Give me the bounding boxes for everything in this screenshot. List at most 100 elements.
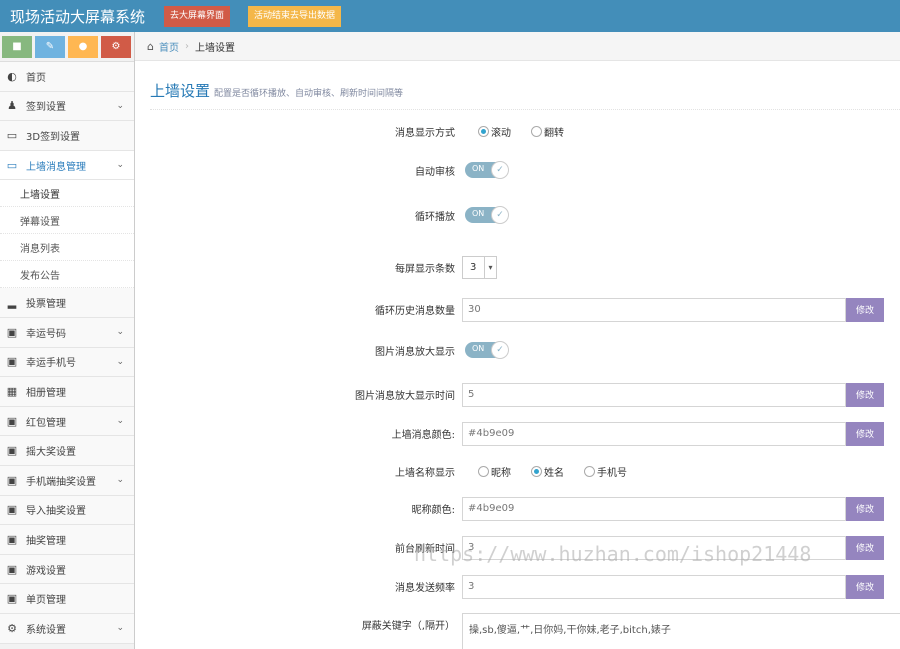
send-freq-label: 消息发送频率 [395,583,455,594]
per-screen-select[interactable]: 3 ▾ [462,255,497,279]
signal-icon: ▂ [7,296,17,310]
sidebar-item-lucky-phone[interactable]: ▣ 幸运手机号 ⌄ [0,347,134,378]
history-count-group: 30 修改 [462,297,884,322]
radio-phone[interactable]: 手机号 [584,464,627,479]
send-freq-modify-button[interactable]: 修改 [846,574,884,599]
nick-color-input[interactable]: #4b9e09 [462,496,846,521]
gift-icon: ▣ [6,355,18,369]
go-screen-button[interactable]: 去大屏幕界面 [164,5,231,27]
switch-state: ON [472,209,485,218]
radio-dot-checked[interactable] [478,125,489,137]
submenu-item-danmaku-settings[interactable]: 弹幕设置 [0,207,134,235]
sidebar-item-album[interactable]: ▦ 相册管理 [0,377,134,407]
sidebar-item-red-packet[interactable]: ▣ 红包管理 ⌄ [0,406,134,437]
sidebar-item-lottery-manage[interactable]: ▣ 抽奖管理 [0,525,134,555]
sidebar-item-signin[interactable]: ♟ 签到设置 ⌄ [0,91,134,122]
msg-color-label: 上墙消息颜色: [391,430,455,441]
chevron-down-icon: ▾ [484,256,496,278]
history-count-modify-button[interactable]: 修改 [846,297,884,322]
sidebar-item-label: 签到设置 [26,102,66,114]
sidebar-item-lucky-number[interactable]: ▣ 幸运号码 ⌄ [0,317,134,348]
sidebar-item-import-lottery[interactable]: ▣ 导入抽奖设置 [0,495,134,526]
form-row-name-display: 上墙名称显示 昵称 姓名 手机号 [135,462,900,480]
radio-flip[interactable]: 翻转 [531,124,564,139]
sidebar-item-3d-signin[interactable]: ▭ 3D签到设置 [0,121,134,151]
image-zoom-time-input[interactable]: 5 [462,382,846,407]
image-zoom-label: 图片消息放大显示 [375,346,455,358]
refresh-time-input[interactable]: 3 [462,535,846,560]
comment-icon[interactable]: ■ [2,35,32,58]
history-count-label: 循环历史消息数量 [375,306,455,317]
sidebar-item-label: 抽奖管理 [26,535,66,547]
submenu-wall-messages: 上墙设置 弹幕设置 消息列表 发布公告 [0,180,134,289]
top-navbar: 现场活动大屏幕系统 去大屏幕界面 活动结束去导出数据 [0,0,900,32]
nick-color-group: #4b9e09 修改 [462,496,884,521]
sidebar-item-label: 摇大奖设置 [26,447,76,459]
chevron-down-icon: ⌄ [116,622,124,633]
sidebar-item-system[interactable]: ⚙ 系统设置 ⌄ [0,613,134,644]
gift-icon: ▣ [6,473,18,487]
name-display-radios: 昵称 姓名 手机号 [478,464,647,479]
block-words-textarea[interactable]: 操,sb,傻逼,艹,日你妈,干你妹,老子,bitch,婊子 [462,613,900,649]
brand-title[interactable]: 现场活动大屏幕系统 [10,6,162,27]
form-row-send-freq: 消息发送频率 3 修改 [135,574,900,599]
breadcrumb: ⌂ 首页 › 上墙设置 [135,32,900,61]
form-row-history-count: 循环历史消息数量 30 修改 [135,297,900,322]
nick-color-modify-button[interactable]: 修改 [846,496,884,521]
desktop-icon: ▭ [6,128,18,142]
block-words-group: 操,sb,傻逼,艹,日你妈,干你妹,老子,bitch,婊子 [462,613,900,649]
check-icon: ✓ [491,161,509,179]
sidebar-item-shake-prize[interactable]: ▣ 摇大奖设置 [0,436,134,466]
gift-icon: ▣ [6,444,18,458]
breadcrumb-current: 上墙设置 [194,42,235,54]
image-zoom-time-label: 图片消息放大显示时间 [355,391,455,402]
home-icon: ⌂ [147,39,154,53]
auto-review-switch[interactable]: ON ✓ [465,161,509,179]
sidebar-item-single-page[interactable]: ▣ 单页管理 [0,584,134,614]
send-freq-input[interactable]: 3 [462,574,846,599]
chevron-down-icon: ⌄ [116,356,124,367]
radio-scroll[interactable]: 滚动 [478,124,511,139]
name-display-label: 上墙名称显示 [395,467,455,479]
radio-dot[interactable] [478,465,489,477]
select-value: 3 [470,261,477,273]
page-subtitle: 配置是否循环播放、自动审核、刷新时间间隔等 [214,89,404,99]
radio-nickname[interactable]: 昵称 [478,464,511,479]
submenu-item-publish-notice[interactable]: 发布公告 [0,261,134,289]
users-icon[interactable]: ● [68,35,98,58]
image-zoom-switch[interactable]: ON ✓ [465,341,509,359]
history-count-input[interactable]: 30 [462,297,846,322]
msg-color-modify-button[interactable]: 修改 [846,421,884,446]
sidebar-item-label: 上墙消息管理 [26,161,86,173]
form-row-block-words: 屏蔽关键字（,隔开） 操,sb,傻逼,艹,日你妈,干你妹,老子,bitch,婊子 [135,613,900,649]
refresh-time-label: 前台刷新时间 [395,544,455,555]
submenu-item-message-list[interactable]: 消息列表 [0,234,134,262]
loop-play-switch[interactable]: ON ✓ [465,206,509,224]
submenu-item-wall-settings[interactable]: 上墙设置 [0,180,134,208]
sidebar-item-label: 导入抽奖设置 [26,506,86,518]
pencil-icon[interactable]: ✎ [35,35,65,58]
export-data-button[interactable]: 活动结束去导出数据 [248,5,342,27]
picture-icon: ▦ [6,384,18,398]
check-icon: ✓ [491,341,509,359]
image-zoom-time-modify-button[interactable]: 修改 [846,382,884,407]
radio-dot[interactable] [584,465,595,477]
sidebar-item-home[interactable]: ◐ 首页 [0,62,134,92]
radio-real-name[interactable]: 姓名 [531,464,564,479]
sidebar-item-game[interactable]: ▣ 游戏设置 [0,554,134,585]
check-icon: ✓ [491,206,509,224]
radio-dot-checked[interactable] [531,465,542,477]
msg-color-input[interactable]: #4b9e09 [462,421,846,446]
form-row-image-zoom: 图片消息放大显示 ON ✓ [135,341,900,359]
chevron-down-icon: ⌄ [116,159,124,170]
sidebar-item-wall-messages[interactable]: ▭ 上墙消息管理 ⌄ [0,150,134,181]
display-mode-label: 消息显示方式 [395,127,455,139]
sidebar-item-vote[interactable]: ▂ 投票管理 [0,288,134,318]
form-row-loop-play: 循环播放 ON ✓ [135,206,900,224]
sidebar-item-mobile-lottery[interactable]: ▣ 手机端抽奖设置 ⌄ [0,465,134,496]
refresh-time-modify-button[interactable]: 修改 [846,535,884,560]
sidebar-item-label: 3D签到设置 [26,131,81,143]
breadcrumb-home[interactable]: 首页 [159,39,179,54]
radio-dot[interactable] [531,125,542,137]
cogs-icon[interactable]: ⚙ [101,35,131,58]
